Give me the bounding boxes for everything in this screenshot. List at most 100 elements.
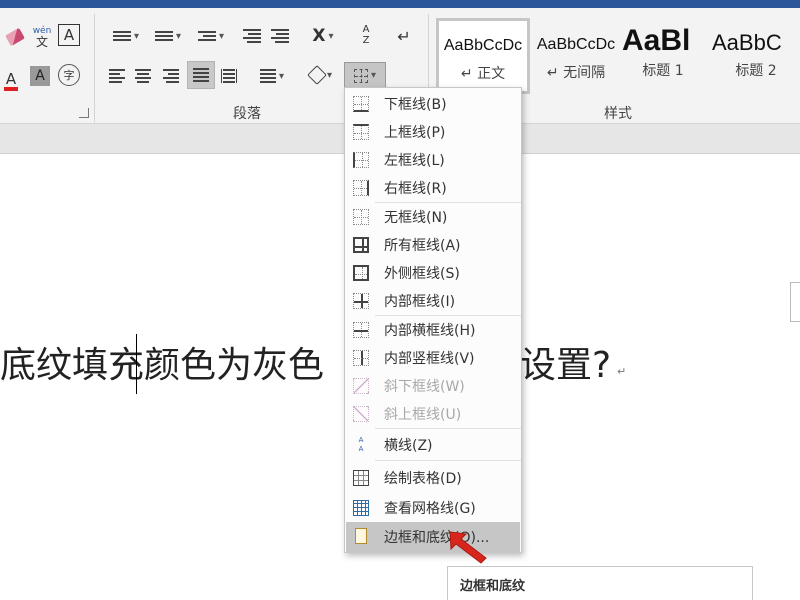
line-spacing-button[interactable] [252, 64, 292, 88]
menu-item-diagonal-down: 斜下框线(W) [346, 372, 520, 400]
character-border-label: A [63, 26, 75, 44]
paint-bucket-icon [307, 65, 327, 85]
style-name: ↵ 正文 [460, 66, 506, 82]
left-border-icon [353, 152, 369, 168]
phonetic-guide-button[interactable]: wén 文 [30, 22, 54, 52]
phonetic-bottom: 文 [35, 34, 48, 49]
menu-item-borders-and-shading[interactable]: 边框和底纹(O)... [346, 522, 520, 552]
multilevel-list-icon [197, 31, 216, 41]
menu-item-inside-borders[interactable]: 内部框线(I) [346, 287, 520, 315]
menu-item-right-border[interactable]: 右框线(R) [346, 174, 520, 202]
menu-item-label: 下框线(B) [384, 97, 447, 113]
font-color-label: A [5, 70, 17, 88]
diagonal-down-border-icon [353, 378, 369, 394]
sort-icon: A Z [362, 24, 370, 46]
menu-item-all-borders[interactable]: 所有框线(A) [346, 231, 520, 259]
numbering-button[interactable] [148, 24, 188, 48]
bottom-border-icon [353, 96, 369, 112]
menu-item-bottom-border[interactable]: 下框线(B) [346, 90, 520, 118]
bullets-button[interactable] [104, 24, 148, 48]
styles-group-label: 样式 [604, 106, 632, 122]
style-normal[interactable]: AaBbCcDc ↵ 正文 [436, 18, 530, 94]
menu-item-label: 左框线(L) [384, 153, 445, 169]
document-text[interactable]: 底纹填充颜色为灰色 [0, 336, 324, 388]
increase-indent-icon [271, 29, 289, 43]
style-name: 标题 1 [642, 63, 684, 79]
distributed-button[interactable] [218, 64, 240, 88]
style-name: ↵ 无间隔 [546, 65, 606, 81]
menu-item-left-border[interactable]: 左框线(L) [346, 146, 520, 174]
top-border-icon [353, 124, 369, 140]
character-shading-button[interactable]: A [30, 66, 50, 86]
align-center-button[interactable] [132, 64, 154, 88]
borders-icon [353, 68, 368, 83]
menu-item-label: 查看网格线(G) [384, 501, 476, 517]
paragraph-mark-icon: ↵ [397, 26, 411, 46]
menu-item-label: 无框线(N) [384, 210, 448, 226]
text-cursor [136, 334, 137, 394]
style-sample: AaBl [622, 24, 691, 57]
clear-formatting-button[interactable] [2, 24, 28, 50]
style-heading-2[interactable]: AaBbC 标题 2 [712, 20, 800, 94]
style-sample: AaBbCcDc [443, 37, 523, 54]
diagonal-up-border-icon [353, 406, 369, 422]
numbering-icon [154, 31, 173, 41]
borders-button[interactable] [344, 62, 386, 89]
no-border-icon [353, 209, 369, 225]
red-arrow-icon [449, 531, 487, 564]
font-color-bar [4, 87, 18, 91]
style-sample: AaBbC [712, 30, 782, 55]
decrease-indent-icon [243, 29, 261, 43]
style-sample: AaBbCcDc [536, 36, 616, 53]
menu-item-label: 绘制表格(D) [384, 471, 462, 487]
menu-item-label: 斜下框线(W) [384, 379, 465, 395]
menu-item-draw-table[interactable]: 绘制表格(D) [346, 464, 520, 492]
gridlines-icon [353, 500, 369, 516]
enclose-char-label: 字 [63, 69, 75, 82]
menu-item-no-border[interactable]: 无框线(N) [346, 203, 520, 231]
page-icon [355, 528, 367, 544]
font-color-button[interactable]: A [0, 66, 22, 96]
decrease-indent-button[interactable] [240, 24, 264, 48]
chinese-layout-button[interactable]: X [304, 22, 342, 50]
menu-item-view-gridlines[interactable]: 查看网格线(G) [346, 494, 520, 522]
multilevel-list-button[interactable] [190, 24, 232, 48]
menu-item-label: 上框线(P) [384, 125, 446, 141]
style-heading-1[interactable]: AaBl 标题 1 [622, 20, 704, 94]
increase-indent-button[interactable] [268, 24, 292, 48]
justify-button[interactable] [187, 61, 215, 89]
borders-shading-dialog: 边框和底纹 [447, 566, 753, 600]
sort-button[interactable]: A Z [354, 20, 378, 50]
inside-borders-icon [353, 293, 369, 309]
align-left-button[interactable] [106, 64, 128, 88]
eraser-icon [5, 27, 25, 47]
outside-borders-icon [353, 265, 369, 281]
paragraph-mark: ↵ [617, 365, 627, 378]
menu-item-label: 内部竖框线(V) [384, 351, 475, 367]
align-right-button[interactable] [160, 64, 182, 88]
shading-button[interactable] [302, 62, 340, 88]
menu-item-label: 右框线(R) [384, 181, 447, 197]
bullets-icon [112, 31, 131, 41]
menu-item-outside-borders[interactable]: 外侧框线(S) [346, 259, 520, 287]
menu-item-top-border[interactable]: 上框线(P) [346, 118, 520, 146]
show-hide-marks-button[interactable]: ↵ [392, 24, 416, 48]
scroll-edge [790, 282, 800, 322]
menu-item-label: 横线(Z) [384, 438, 433, 454]
menu-item-inside-horizontal[interactable]: 内部横框线(H) [346, 316, 520, 344]
character-border-button[interactable]: A [58, 24, 80, 46]
borders-dropdown-menu: 下框线(B) 上框线(P) 左框线(L) 右框线(R) 无框线(N) 所有框线(… [344, 87, 522, 553]
style-no-spacing[interactable]: AaBbCcDc ↵ 无间隔 [532, 20, 620, 94]
menu-item-inside-vertical[interactable]: 内部竖框线(V) [346, 344, 520, 372]
menu-item-label: 内部横框线(H) [384, 323, 476, 339]
paragraph-dialog-launcher[interactable] [79, 108, 89, 118]
document-text-continued[interactable]: 设置? [520, 336, 611, 388]
menu-separator [375, 428, 521, 429]
title-bar-strip [0, 0, 800, 8]
align-right-icon [163, 69, 179, 83]
menu-separator [375, 460, 521, 461]
enclose-characters-button[interactable]: 字 [58, 64, 80, 86]
menu-item-label: 所有框线(A) [384, 238, 461, 254]
menu-item-horizontal-line[interactable]: AA 横线(Z) [346, 431, 520, 459]
line-spacing-icon [259, 69, 276, 83]
